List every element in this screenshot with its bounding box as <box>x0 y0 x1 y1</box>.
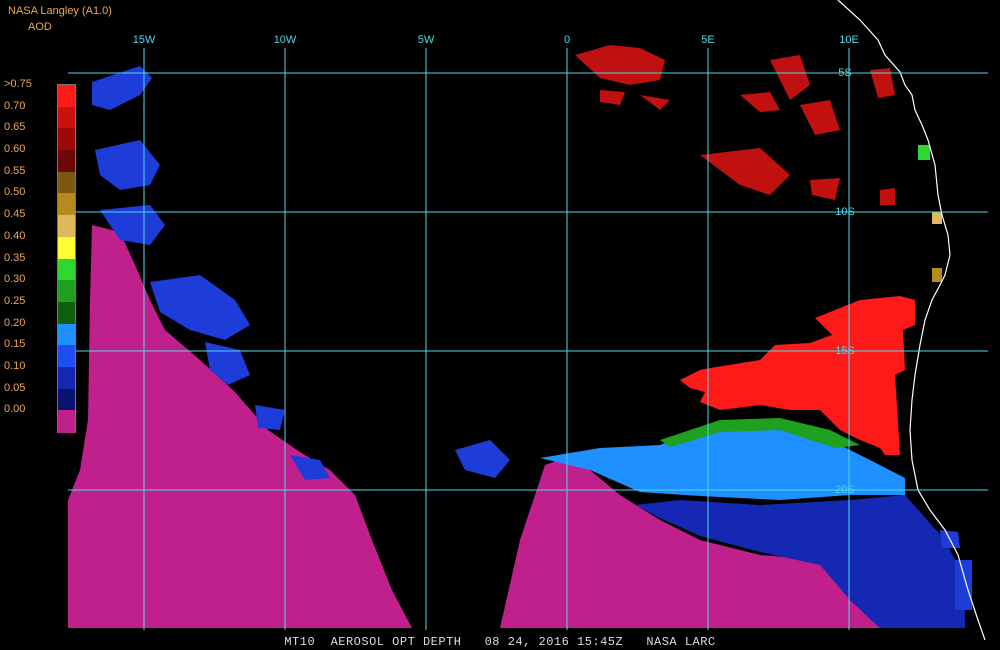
legend-swatch <box>58 128 75 151</box>
longitude-label: 5E <box>701 34 715 46</box>
legend-swatch <box>58 388 75 411</box>
legend-tick-label: 0.05 <box>4 381 26 394</box>
legend-tick-label: 0.25 <box>4 294 26 307</box>
legend-tick-label: 0.65 <box>4 121 26 134</box>
legend-tick-label: 0.40 <box>4 229 26 242</box>
legend-tick-label: 0.15 <box>4 338 26 351</box>
source-title: NASA Langley (A1.0) <box>8 5 112 17</box>
legend-swatch <box>58 301 75 325</box>
legend-swatch <box>58 85 75 108</box>
aod-color-legend <box>57 84 76 433</box>
latitude-label: 5S <box>838 67 852 79</box>
product-footer: MT10 AEROSOL OPT DEPTH 08 24, 2016 15:45… <box>284 635 716 649</box>
legend-tick-label: 0.60 <box>4 143 26 156</box>
longitude-label: 0 <box>563 34 571 46</box>
legend-tick-label: 0.00 <box>4 403 26 416</box>
legend-swatch <box>58 215 75 238</box>
latitude-label: 15S <box>835 345 855 357</box>
legend-swatch <box>58 106 75 129</box>
legend-swatch <box>58 366 75 390</box>
legend-tick-label: 0.50 <box>4 186 26 199</box>
legend-swatch <box>58 171 75 194</box>
longitude-label: 10W <box>273 34 297 46</box>
legend-swatch <box>58 323 75 346</box>
legend-tick-label: 0.45 <box>4 208 26 221</box>
longitude-label: 5W <box>417 34 435 46</box>
legend-tick-label: >0.75 <box>4 78 32 90</box>
legend-swatch <box>58 193 75 216</box>
legend-swatch <box>58 236 75 259</box>
legend-swatch <box>58 345 75 368</box>
aod-map <box>0 0 1000 650</box>
longitude-label: 15W <box>132 34 156 46</box>
legend-tick-label: 0.20 <box>4 316 26 329</box>
product-label: AOD <box>28 21 52 33</box>
legend-tick-label: 0.70 <box>4 99 26 112</box>
legend-tick-label: 0.10 <box>4 359 26 372</box>
legend-tick-label: 0.30 <box>4 273 26 286</box>
legend-tick-label: 0.55 <box>4 164 26 177</box>
legend-swatch <box>58 150 75 173</box>
latitude-label: 20S <box>835 484 855 496</box>
legend-tick-label: 0.35 <box>4 251 26 264</box>
legend-swatch <box>58 258 75 281</box>
longitude-label: 10E <box>839 34 859 46</box>
legend-swatch <box>58 280 75 303</box>
latitude-label: 10S <box>835 206 855 218</box>
legend-swatch <box>58 410 75 433</box>
